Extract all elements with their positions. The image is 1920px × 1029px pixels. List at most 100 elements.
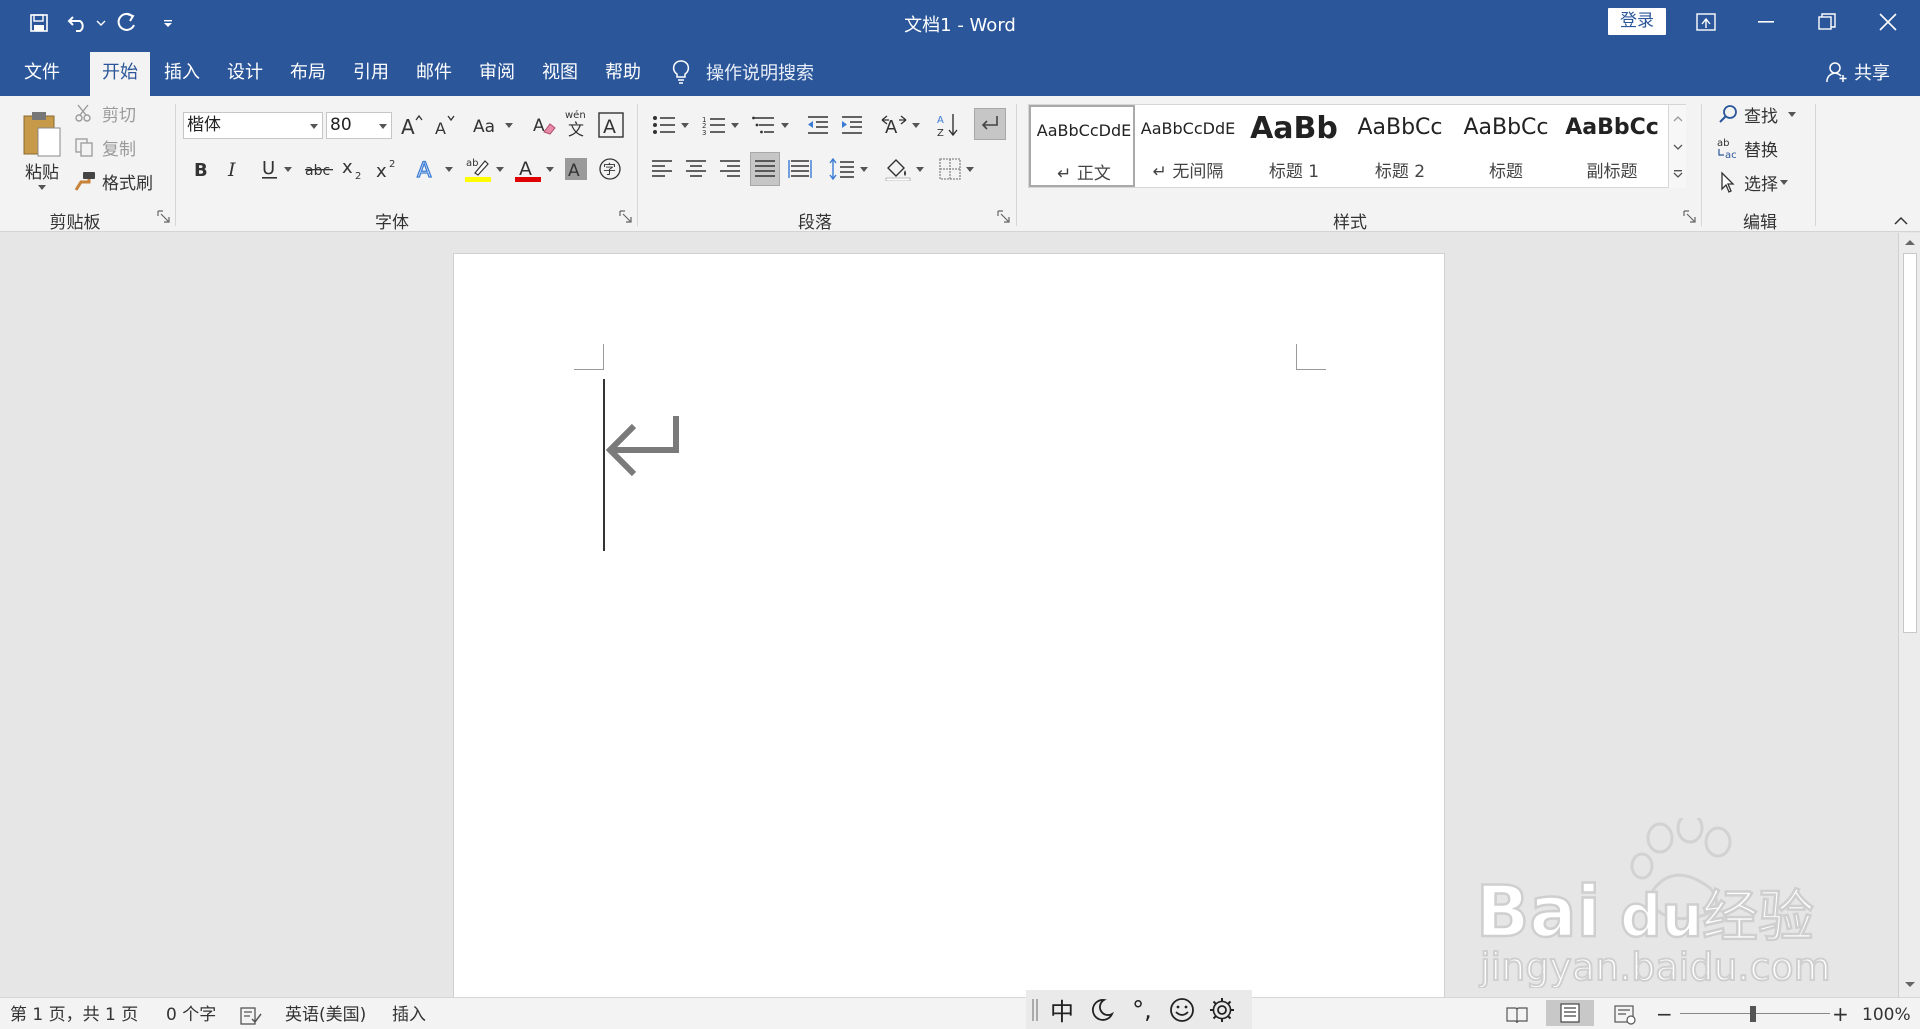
increase-indent-button[interactable] [838,110,866,140]
font-size-combo[interactable]: 80 [326,112,392,139]
undo-icon[interactable] [64,8,94,38]
strikethrough-button[interactable]: abc [304,154,334,184]
borders-button[interactable] [934,154,978,184]
print-layout-button[interactable] [1546,1000,1594,1026]
tab-references[interactable]: 引用 [343,52,399,96]
styles-more[interactable] [1668,160,1686,188]
tab-mailings[interactable]: 邮件 [406,52,462,96]
bold-button[interactable]: B [188,154,214,184]
gear-icon[interactable] [1202,990,1242,1029]
style-no-spacing[interactable]: AaBbCcDdE ↵ 无间隔 [1135,105,1241,187]
share-button[interactable]: 共享 [1826,52,1890,92]
justify-button[interactable] [750,152,780,186]
word-count[interactable]: 0 个字 [166,1004,216,1026]
paste-button[interactable]: 粘贴 [14,102,70,198]
login-button[interactable]: 登录 [1608,8,1666,35]
format-painter-button[interactable]: 格式刷 [74,168,153,194]
redo-icon[interactable] [112,8,142,38]
tab-help[interactable]: 帮助 [595,52,651,96]
emoji-icon[interactable] [1162,990,1202,1029]
tell-me-search[interactable]: 操作说明搜索 [672,52,814,92]
change-case-button[interactable]: Aa [472,110,514,140]
select-button[interactable]: 选择 [1718,168,1788,196]
tab-review[interactable]: 审阅 [469,52,525,96]
phonetic-guide-button[interactable]: wén 文 [562,106,592,140]
vertical-scrollbar[interactable] [1898,233,1920,997]
align-right-button[interactable] [716,154,744,184]
ime-drag-handle[interactable] [1032,998,1038,1021]
zoom-level[interactable]: 100% [1862,1004,1911,1026]
ime-punctuation[interactable]: °, [1122,990,1162,1029]
character-border-button[interactable]: A [597,110,625,140]
superscript-button[interactable]: x2 [374,154,402,184]
styles-dialog-launcher-icon[interactable] [1683,210,1697,224]
scrollbar-thumb[interactable] [1903,253,1917,633]
shrink-font-button[interactable]: A [432,110,458,140]
tab-insert[interactable]: 插入 [154,52,210,96]
subscript-button[interactable]: x2 [340,154,368,184]
tab-home[interactable]: 开始 [90,52,150,96]
multilevel-list-button[interactable] [748,110,792,140]
customize-qat-icon[interactable] [158,8,178,38]
save-icon[interactable] [24,8,54,38]
tab-view[interactable]: 视图 [532,52,588,96]
italic-button[interactable]: I [220,154,246,184]
underline-button[interactable]: U [254,154,298,184]
show-hide-marks-button[interactable] [974,108,1006,140]
font-color-button[interactable]: A [512,154,556,184]
tab-file[interactable]: 文件 [14,52,70,96]
text-effects-button[interactable]: A [414,154,454,184]
paragraph-dialog-launcher-icon[interactable] [997,210,1011,224]
character-shading-button[interactable]: A [562,154,590,184]
tab-design[interactable]: 设计 [217,52,273,96]
sort-button[interactable]: AZ [934,110,962,140]
asian-layout-button[interactable]: A [878,110,922,140]
web-layout-icon[interactable] [1614,1004,1636,1026]
zoom-in-button[interactable]: + [1832,1004,1849,1026]
styles-scroll-down[interactable] [1668,133,1686,161]
document-page[interactable] [453,253,1445,997]
font-dialog-launcher-icon[interactable] [619,210,633,224]
decrease-indent-button[interactable] [804,110,832,140]
ribbon-display-options-icon[interactable] [1676,5,1736,39]
style-title[interactable]: AaBbCc 标题 [1453,105,1559,187]
styles-scroll-up[interactable] [1668,105,1686,133]
collapse-ribbon-icon[interactable] [1893,216,1909,226]
find-button[interactable]: 查找 [1718,100,1796,128]
clear-formatting-button[interactable]: A [530,110,558,140]
zoom-out-button[interactable]: − [1656,1004,1673,1026]
minimize-icon[interactable] [1736,5,1796,39]
language[interactable]: 英语(美国) [285,1004,366,1026]
clipboard-dialog-launcher-icon[interactable] [157,210,171,224]
style-subtitle[interactable]: AaBbCc 副标题 [1559,105,1665,187]
highlight-color-button[interactable]: ab [462,154,506,184]
restore-icon[interactable] [1797,5,1857,39]
distributed-button[interactable] [786,154,814,184]
align-center-button[interactable] [682,154,710,184]
tab-layout[interactable]: 布局 [280,52,336,96]
line-spacing-button[interactable] [826,154,870,184]
bullets-button[interactable] [648,110,692,140]
numbering-button[interactable]: 123 [698,110,742,140]
scroll-up-icon[interactable] [1904,238,1916,246]
proofing-icon[interactable] [240,1005,262,1027]
ime-mode[interactable]: 中 [1042,990,1082,1029]
insert-mode[interactable]: 插入 [392,1004,426,1026]
copy-button[interactable]: 复制 [74,134,136,160]
replace-button[interactable]: ab ac 替换 [1716,134,1778,162]
close-icon[interactable] [1858,5,1918,39]
shading-button[interactable] [882,154,926,184]
enclose-characters-button[interactable]: 字 [596,154,624,184]
moon-icon[interactable] [1082,990,1122,1029]
style-heading-2[interactable]: AaBbCc 标题 2 [1347,105,1453,187]
scroll-down-icon[interactable] [1904,981,1916,989]
page-count[interactable]: 第 1 页，共 1 页 [10,1004,138,1026]
read-mode-icon[interactable] [1506,1004,1528,1026]
font-name-combo[interactable]: 楷体 [183,112,323,139]
grow-font-button[interactable]: A [399,110,425,140]
undo-dropdown-icon[interactable] [94,8,108,38]
style-heading-1[interactable]: AaBb 标题 1 [1241,105,1347,187]
align-left-button[interactable] [648,154,676,184]
cut-button[interactable]: 剪切 [74,100,136,126]
style-normal[interactable]: AaBbCcDdE ↵ 正文 [1029,105,1135,187]
